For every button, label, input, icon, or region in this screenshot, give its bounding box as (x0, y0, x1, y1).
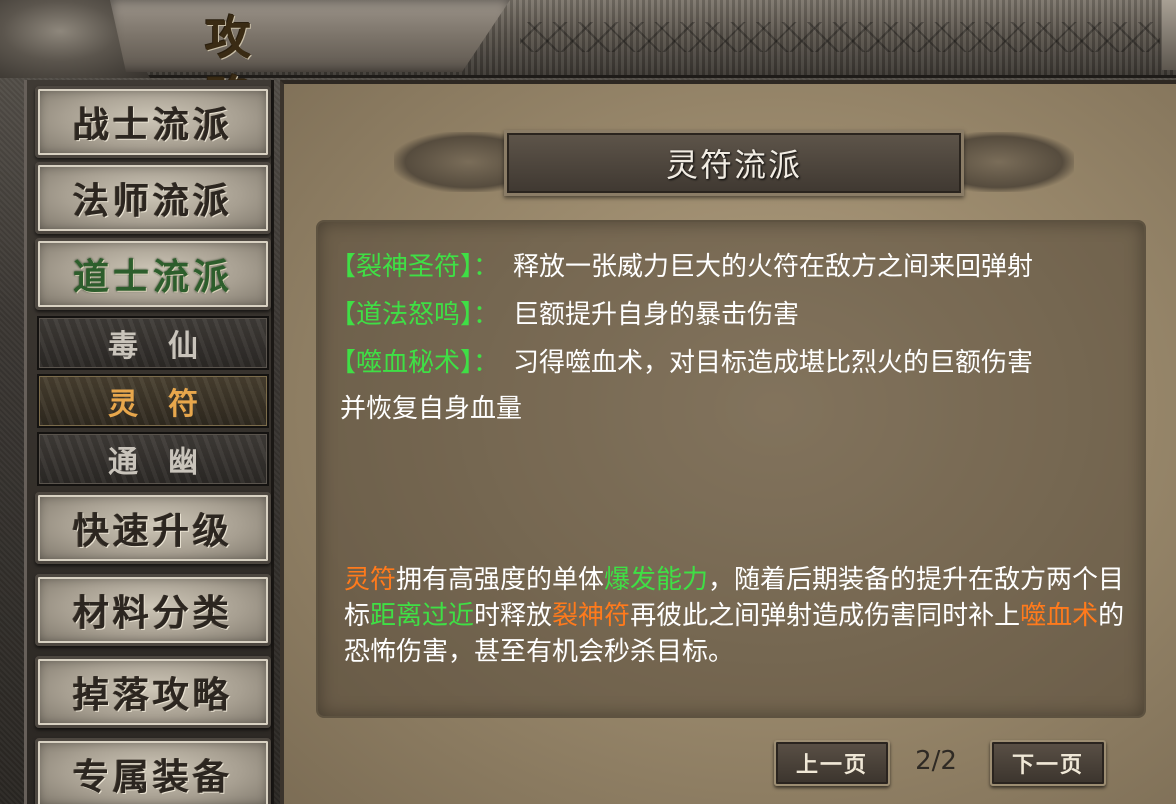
page-indicator: 2/2 (915, 746, 957, 776)
title-bar: 攻略 (0, 0, 1176, 125)
sidebar-item-label: 专属装备 (72, 756, 233, 798)
sidebar-item-drops[interactable]: 掉落攻略 (35, 656, 271, 728)
skill-desc: 巨额提升自身的暴击伤害 (513, 300, 800, 330)
sidebar-item-exclusive-gear[interactable]: 专属装备 (35, 738, 271, 804)
sidebar-item-label: 材料分类 (72, 592, 233, 634)
sidebar-item-fast-leveling[interactable]: 快速升级 (35, 492, 271, 564)
prev-page-button[interactable]: 上一页 (774, 740, 890, 786)
section-title: 灵符流派 (665, 146, 802, 184)
sub-item-label: 通幽 (108, 445, 228, 480)
sub-item-poison[interactable]: 毒仙 (37, 316, 269, 370)
sidebar-item-taoist[interactable]: 道士流派 (35, 238, 271, 310)
skill-desc: 习得噬血术，对目标造成堪比烈火的巨额伤害 (513, 348, 1034, 378)
section-title-plate: 灵符流派 (504, 130, 964, 196)
sidebar-item-label: 快速升级 (72, 510, 233, 552)
frame-corner (1162, 0, 1176, 70)
sub-item-spirit[interactable]: 通幽 (37, 432, 269, 486)
window-title: 攻略 (205, 11, 307, 125)
content-box: 【裂神圣符】： 释放一张威力巨大的火符在敌方之间来回弹射 【道法怒鸣】： 巨额提升自… (316, 220, 1146, 718)
highlight-text: 灵符 (344, 565, 397, 595)
skill-separator: ： (473, 300, 500, 330)
skill-desc: 释放一张威力巨大的火符在敌方之间来回弹射 (513, 252, 1034, 282)
highlight-text: 爆发能力 (604, 565, 709, 595)
highlight-text: 噬血术 (1020, 601, 1099, 631)
sidebar-item-label: 掉落攻略 (72, 674, 233, 716)
description-text: 拥有高强度的单体 (396, 565, 605, 595)
guide-sidebar: 战士流派 法师流派 道士流派 毒仙 灵符 通幽 快速升级 材料分类 掉落攻略 专… (24, 80, 274, 804)
skill-separator: ： (473, 348, 500, 378)
game-window: 攻略 战士流派 法师流派 道士流派 毒仙 灵符 通幽 快速升级 材料分类 掉落 (0, 0, 1176, 804)
style-description: 灵符拥有高强度的单体爆发能力，随着后期装备的提升在敌方两个目标距离过近时释放裂神… (344, 562, 1144, 670)
sidebar-item-label: 道士流派 (72, 256, 233, 298)
description-text: 时释放 (474, 601, 553, 631)
sidebar-item-label: 战士流派 (72, 104, 233, 146)
guide-content-panel: 灵符流派 【裂神圣符】： 释放一张威力巨大的火符在敌方之间来回弹射 【道法怒鸣】：… (280, 80, 1176, 804)
sub-item-label: 灵符 (108, 387, 228, 422)
section-header: 灵符流派 (394, 124, 1074, 200)
sidebar-item-label: 法师流派 (72, 180, 233, 222)
skill-row: 【道法怒鸣】： 巨额提升自身的暴击伤害 (330, 298, 799, 332)
diamond-pattern-ornament (520, 22, 1160, 52)
highlight-text: 裂神符 (552, 601, 631, 631)
sub-item-talisman[interactable]: 灵符 (37, 374, 269, 428)
next-page-button[interactable]: 下一页 (990, 740, 1106, 786)
skill-name: 【噬血秘术】 (330, 348, 474, 378)
skill-continuation: 并恢复自身血量 (340, 394, 523, 424)
sidebar-item-warrior[interactable]: 战士流派 (35, 86, 271, 158)
skill-row: 【噬血秘术】： 习得噬血术，对目标造成堪比烈火的巨额伤害 (330, 346, 1033, 380)
highlight-text: 距离过近 (370, 601, 475, 631)
sidebar-item-mage[interactable]: 法师流派 (35, 162, 271, 234)
skill-name: 【裂神圣符】 (330, 252, 474, 282)
description-text: 再彼此之间弹射造成伤害同时补上 (630, 601, 1021, 631)
sidebar-item-materials[interactable]: 材料分类 (35, 574, 271, 646)
skill-separator: ： (473, 252, 500, 282)
sub-item-label: 毒仙 (108, 329, 228, 364)
skill-row: 【裂神圣符】： 释放一张威力巨大的火符在敌方之间来回弹射 (330, 250, 1033, 284)
skill-name: 【道法怒鸣】 (330, 300, 474, 330)
